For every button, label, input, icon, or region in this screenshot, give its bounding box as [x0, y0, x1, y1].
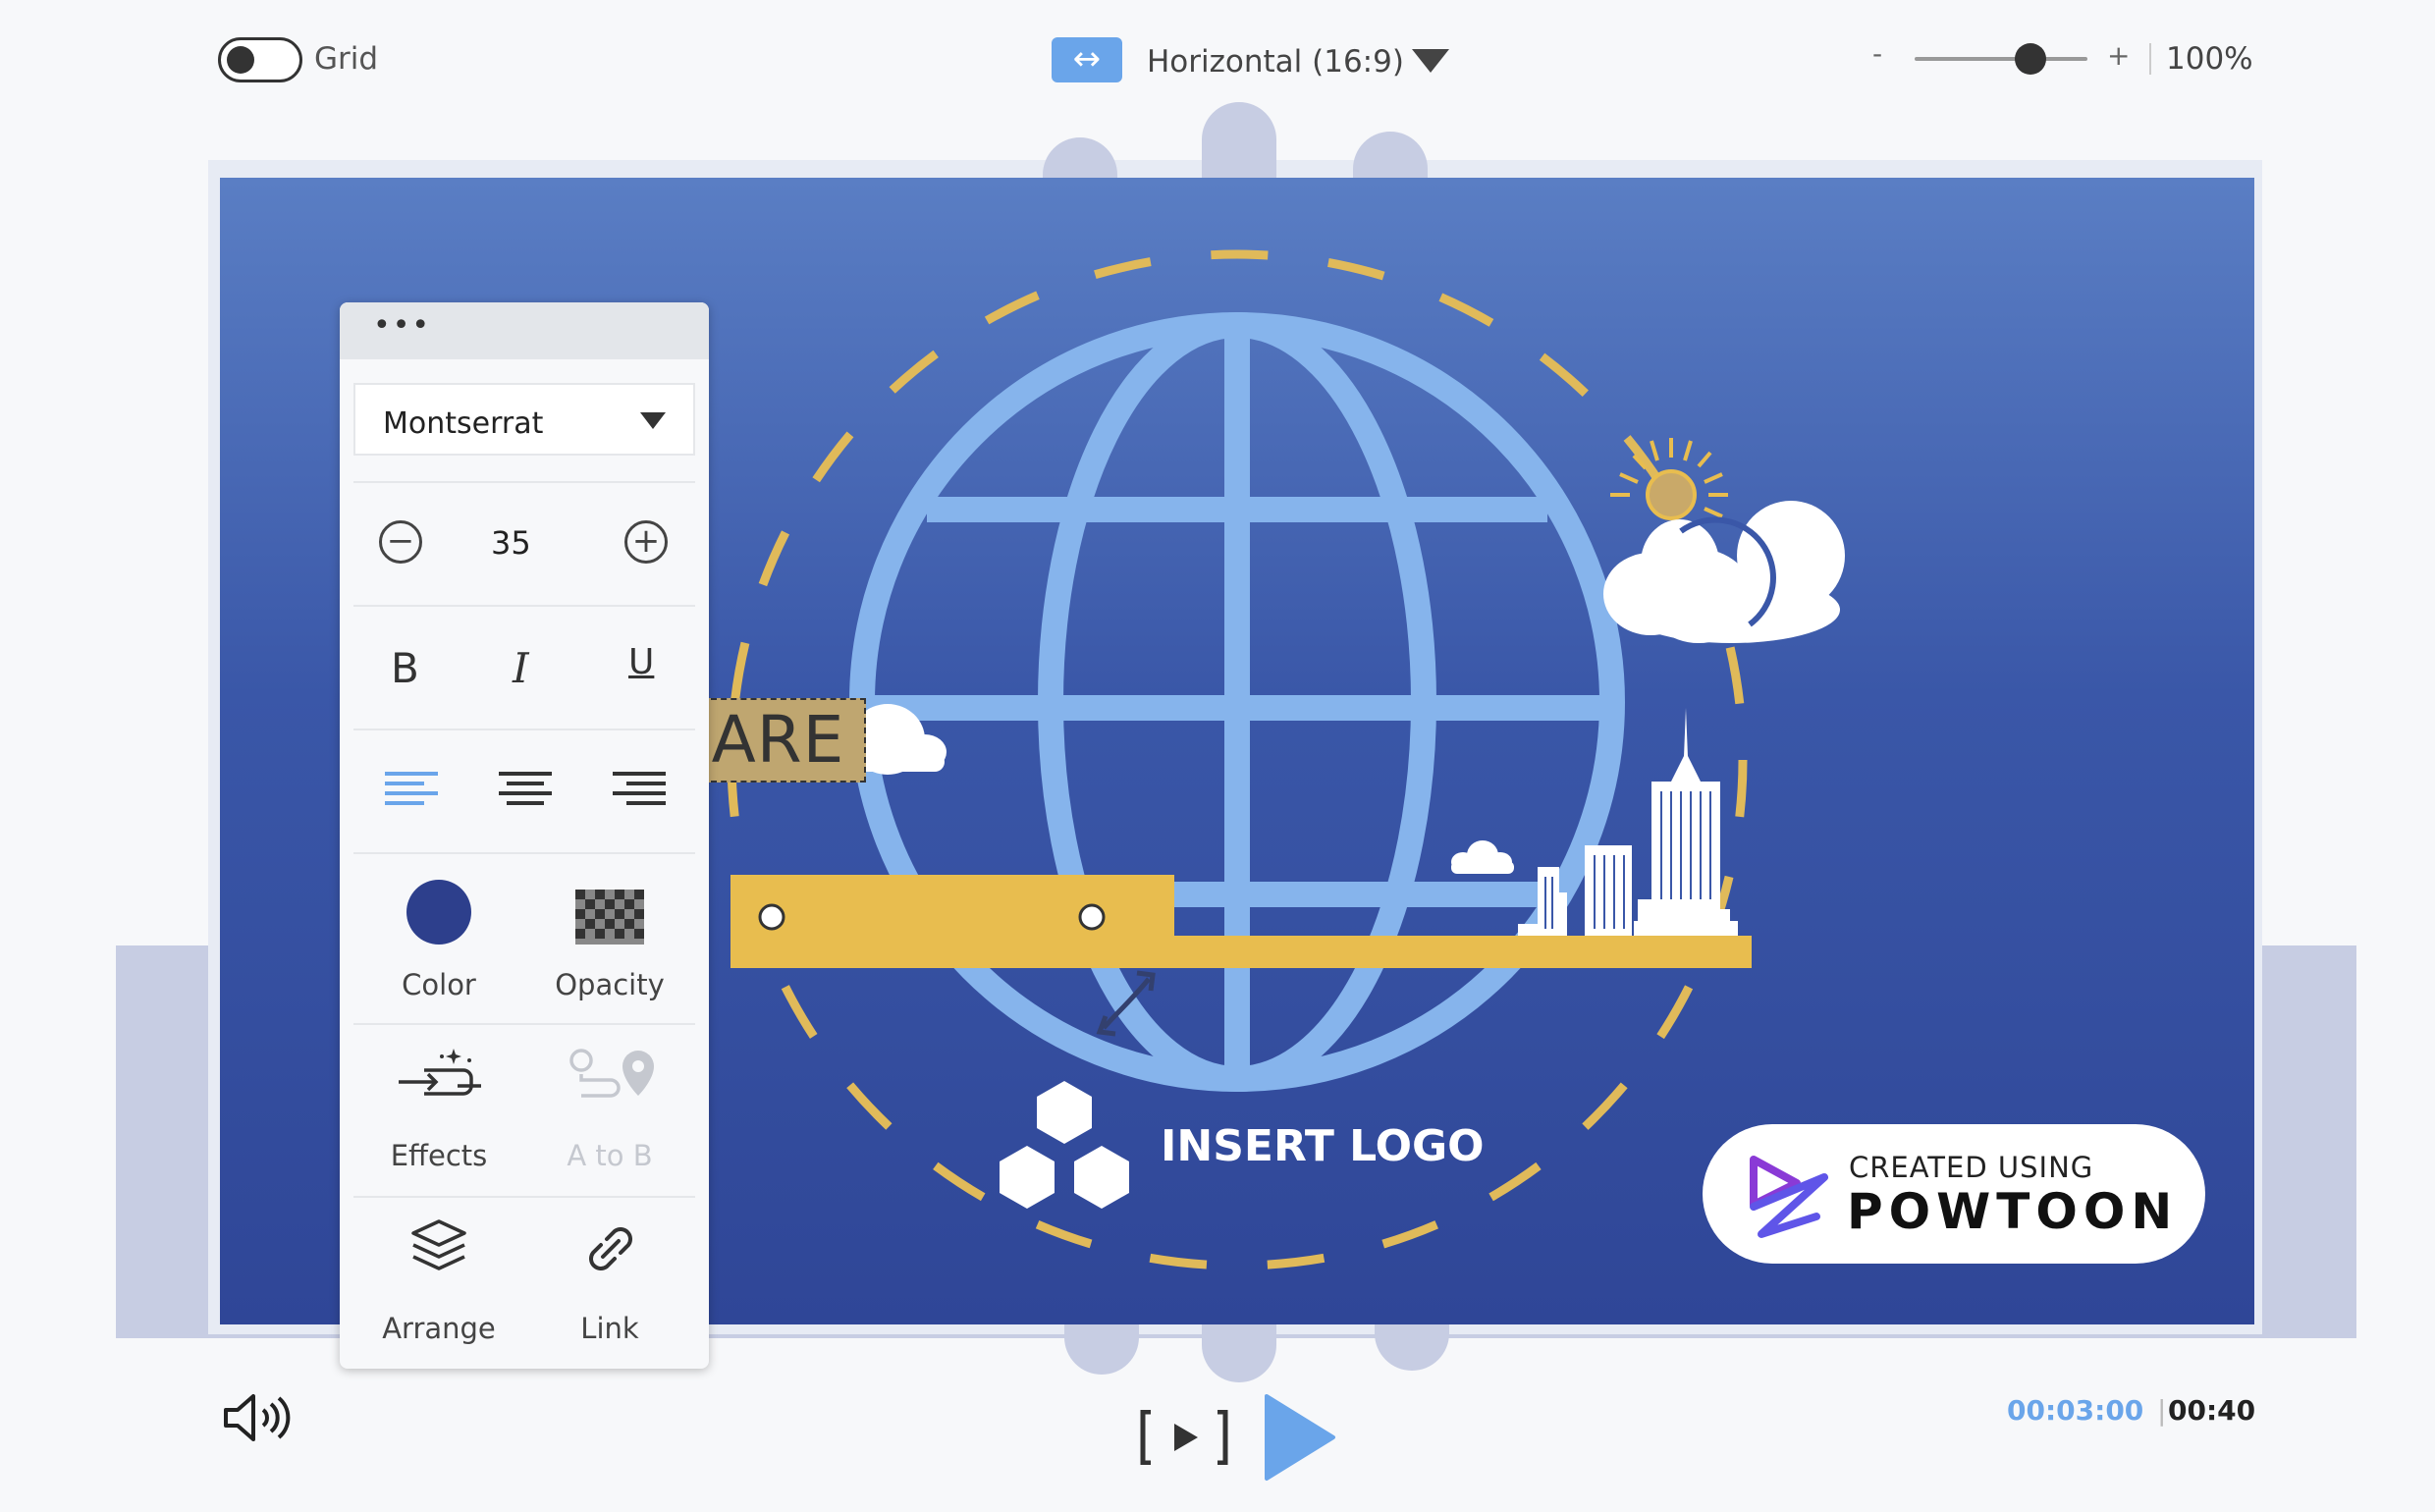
orientation-label[interactable]: Horizontal (16:9) — [1147, 44, 1404, 80]
zoom-slider-track[interactable] — [1915, 57, 2087, 61]
decrease-size-button[interactable]: − — [379, 520, 422, 564]
grid-toggle-knob — [227, 46, 254, 74]
yellow-banner-bar — [730, 936, 1752, 968]
more-options-icon[interactable]: ••• — [373, 308, 431, 343]
zoom-in-button[interactable]: + — [2107, 39, 2130, 72]
resize-handle-bottom-right[interactable] — [1375, 1323, 1449, 1371]
powtoon-logo-icon — [1750, 1156, 1828, 1238]
a-to-b-icon — [569, 1049, 654, 1098]
resize-handle-bottom-center[interactable] — [1202, 1323, 1276, 1382]
resize-handle-bottom-left[interactable] — [1064, 1323, 1139, 1375]
zoom-out-button[interactable]: - — [1872, 37, 1882, 70]
resize-handle-top-center[interactable] — [1202, 102, 1276, 187]
zoom-value: 100% — [2166, 41, 2253, 77]
orientation-button[interactable]: ↔ — [1052, 37, 1122, 82]
grid-label: Grid — [314, 41, 379, 77]
arrange-label[interactable]: Arrange — [353, 1312, 524, 1345]
insert-logo-text[interactable]: INSERT LOGO — [1161, 1121, 1485, 1171]
speaker-icon[interactable] — [222, 1392, 295, 1443]
sun-icon — [1610, 438, 1728, 520]
total-duration[interactable]: 00:40 — [2168, 1394, 2255, 1427]
font-family-value: Montserrat — [383, 406, 544, 441]
cloud-tiny-icon — [1451, 840, 1514, 874]
textbox-handle-left — [758, 903, 785, 931]
color-label[interactable]: Color — [353, 968, 524, 1001]
panel-drag-bar[interactable]: ••• — [340, 302, 709, 359]
orientation-dropdown-icon[interactable] — [1412, 49, 1449, 73]
preview-icon[interactable] — [1139, 1410, 1229, 1465]
color-opacity-row: Color Opacity — [353, 852, 695, 1023]
text-style-row: B I U — [353, 605, 695, 729]
grid-toggle[interactable] — [218, 37, 302, 82]
increase-size-button[interactable]: + — [624, 520, 668, 564]
underline-button[interactable]: U — [628, 642, 654, 682]
opacity-label[interactable]: Opacity — [524, 968, 695, 1001]
a-to-b-label: A to B — [567, 1139, 653, 1172]
current-time: 00:03:00 — [2007, 1394, 2144, 1427]
cloud-large-icon — [1603, 501, 1845, 643]
city-skyline-icon — [1518, 708, 1738, 936]
font-family-select[interactable]: Montserrat — [353, 383, 695, 456]
text-align-row — [353, 729, 695, 852]
italic-button[interactable]: I — [513, 644, 529, 692]
effects-sparkle-icon[interactable] — [395, 1047, 483, 1109]
textbox-handle-right — [1078, 903, 1106, 931]
opacity-checker-icon[interactable] — [575, 890, 644, 945]
time-separator: | — [2157, 1394, 2167, 1427]
effects-label[interactable]: Effects — [353, 1139, 524, 1172]
arrange-link-row: Arrange Link — [353, 1196, 695, 1369]
link-icon[interactable] — [579, 1217, 642, 1280]
zoom-divider — [2149, 43, 2151, 75]
color-swatch[interactable] — [406, 880, 471, 945]
logo-hexagons-icon — [1000, 1081, 1129, 1209]
align-center-icon[interactable] — [499, 770, 552, 811]
text-properties-panel: ••• Montserrat − 35 + B I U Color Opacit… — [340, 302, 709, 1369]
bold-button[interactable]: B — [391, 644, 419, 692]
zoom-slider-handle[interactable] — [2015, 43, 2046, 75]
play-icon[interactable] — [1261, 1392, 1337, 1483]
align-right-icon[interactable] — [613, 770, 666, 811]
powtoon-badge[interactable]: CREATED USING POWTOON — [1703, 1124, 2205, 1264]
font-size-row: − 35 + — [353, 481, 695, 605]
badge-powtoon-wordmark: POWTOON — [1847, 1183, 2179, 1240]
layers-icon[interactable] — [407, 1217, 470, 1280]
chevron-down-icon — [640, 412, 666, 429]
horizontal-arrows-icon: ↔ — [1072, 39, 1102, 79]
effects-atob-row: Effects A to B — [353, 1023, 695, 1196]
font-size-value[interactable]: 35 — [491, 524, 531, 562]
align-left-icon[interactable] — [385, 770, 438, 811]
badge-created-using: CREATED USING — [1849, 1151, 2094, 1184]
link-label[interactable]: Link — [524, 1312, 695, 1345]
